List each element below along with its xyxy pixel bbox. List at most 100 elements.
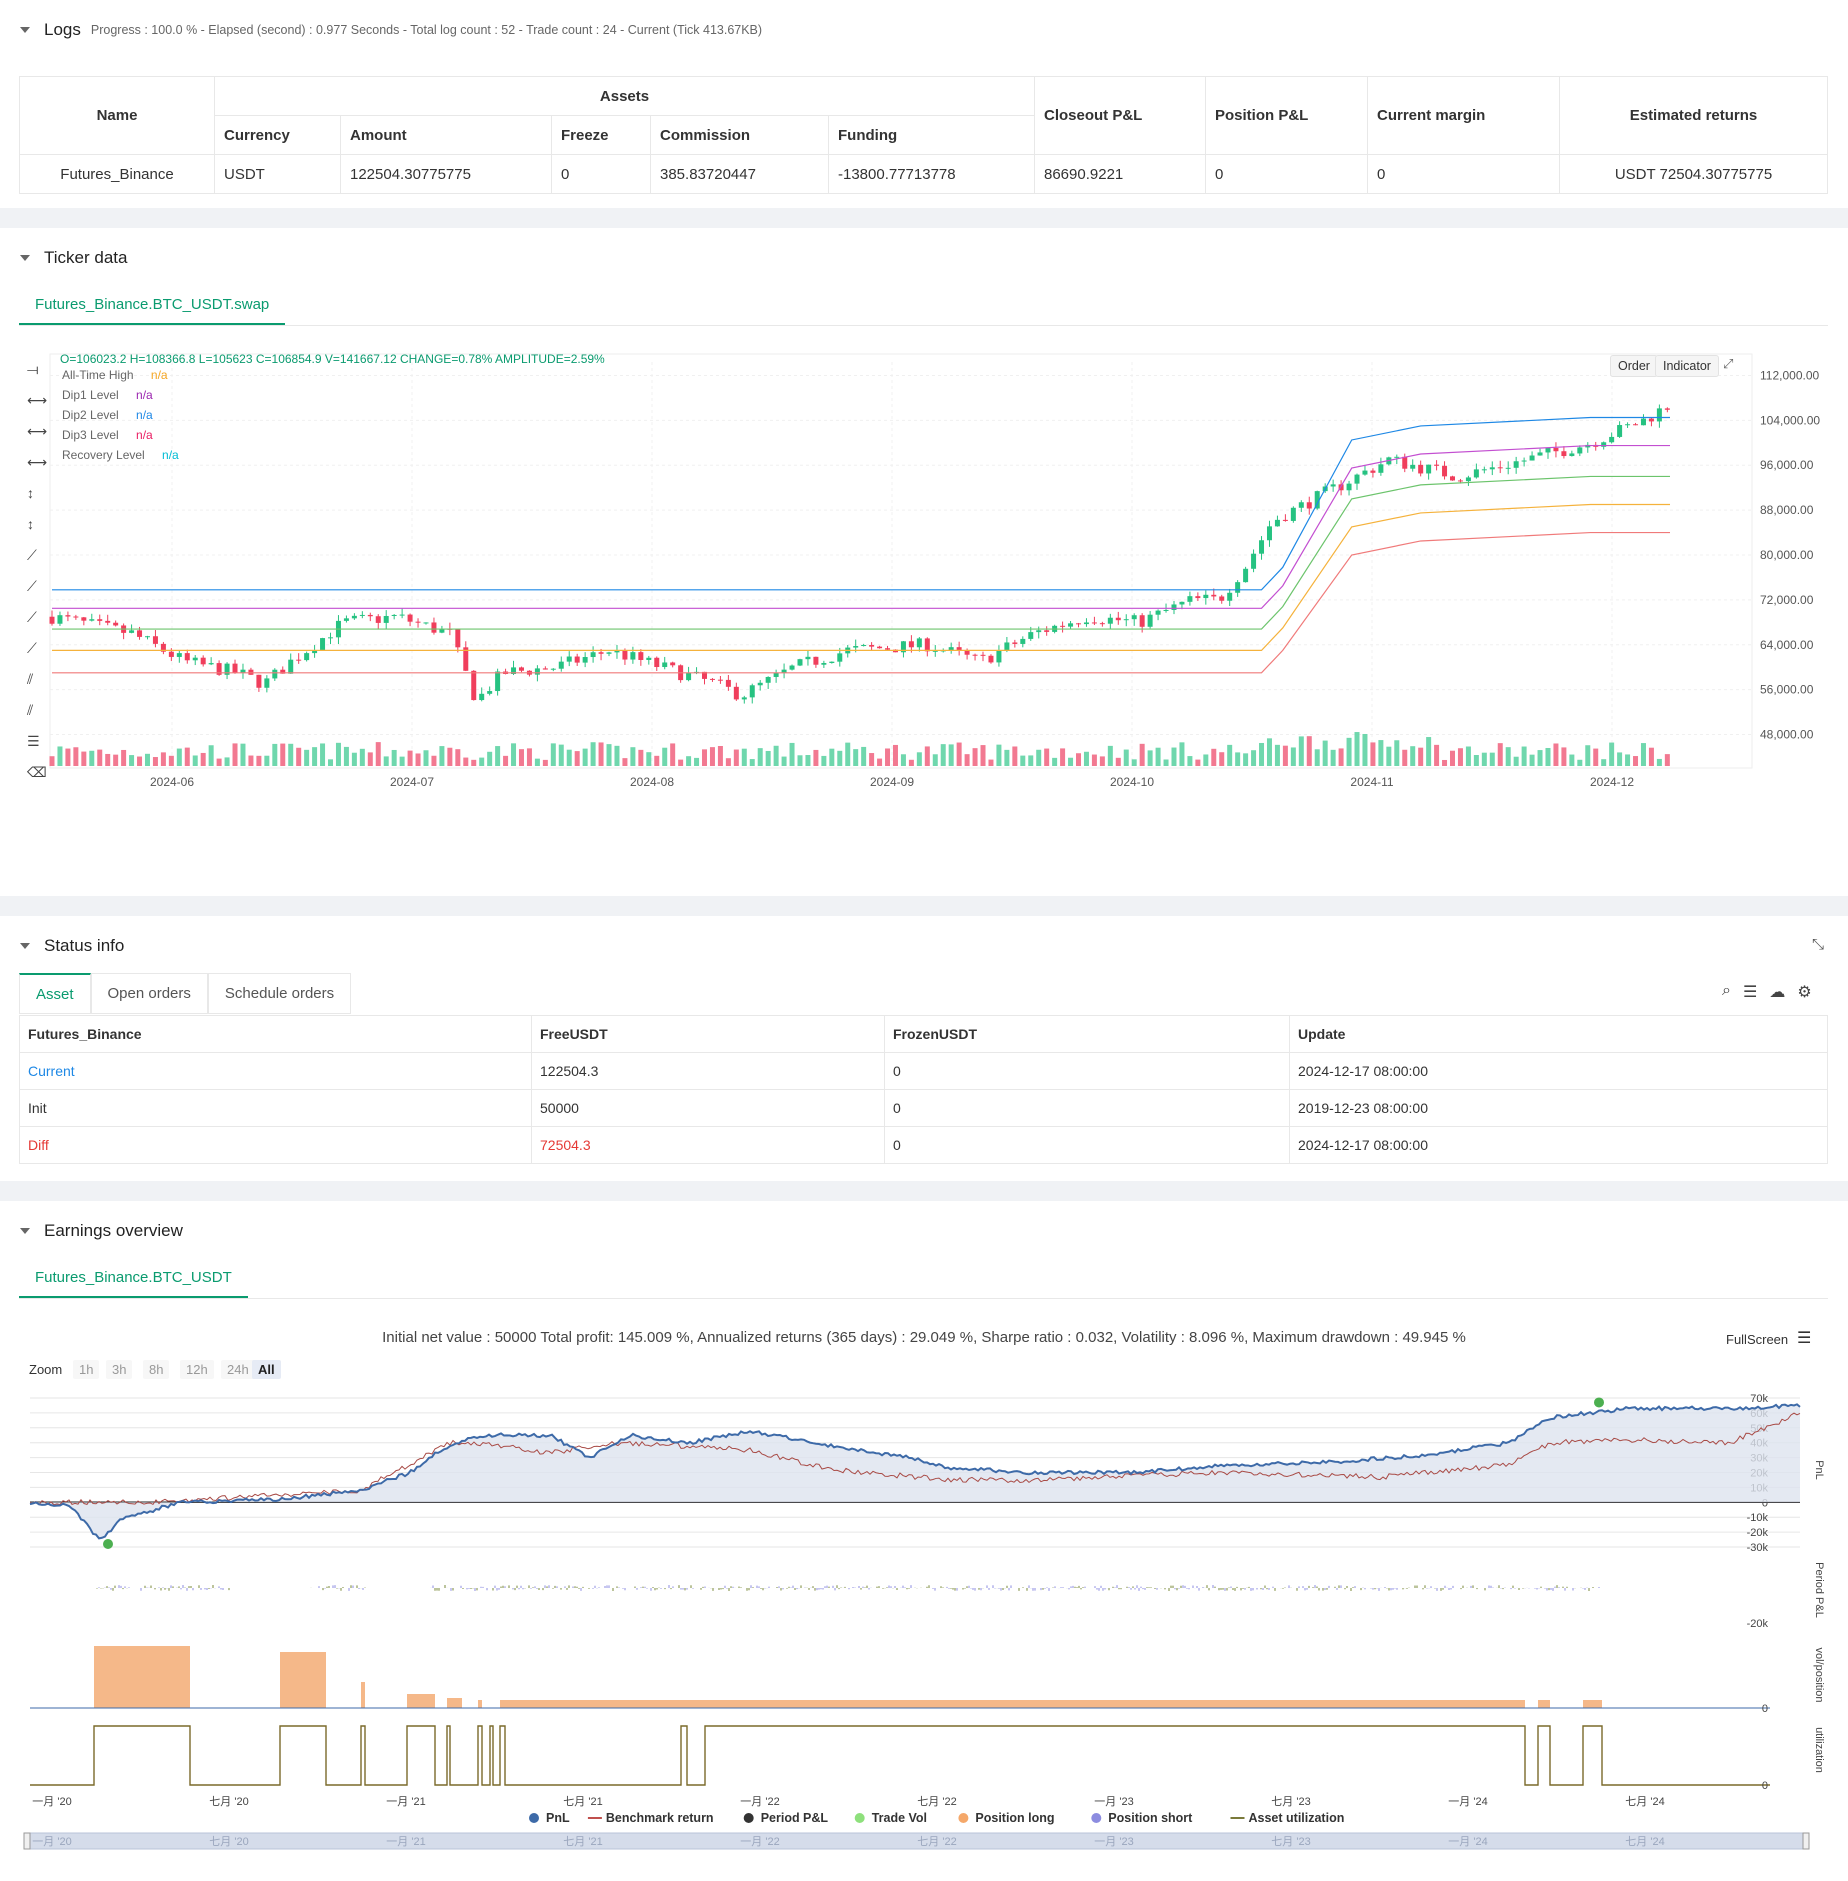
line-icon[interactable]: ⟷: [27, 423, 47, 440]
expand-icon[interactable]: ⤢: [1723, 356, 1733, 372]
tab-asset[interactable]: Asset: [19, 973, 91, 1013]
candle-body: [1394, 456, 1400, 458]
candle-body: [1179, 601, 1185, 605]
status-header[interactable]: Status info: [20, 936, 124, 956]
zoom-24h[interactable]: 24h: [221, 1360, 255, 1379]
horizontal-ray-icon[interactable]: ⟞: [27, 361, 39, 378]
y-tick-label: 88,000.00: [1760, 503, 1814, 517]
legend-item: Dip3 Level n/a: [62, 428, 153, 442]
axis-label: PnL: [1813, 1460, 1825, 1480]
extended-line-icon[interactable]: ⟋: [27, 609, 37, 626]
candle-body: [1640, 418, 1646, 426]
order-button[interactable]: Order: [1610, 355, 1658, 377]
volume-bar: [1298, 736, 1304, 766]
zoom-3h[interactable]: 3h: [106, 1360, 133, 1379]
x-tick-label: 2024-08: [630, 775, 674, 789]
navigator-handle-left: [23, 1832, 31, 1850]
candle-body: [1449, 476, 1455, 481]
horizontal-line-icon[interactable]: ⟷: [27, 392, 47, 409]
volume-bar: [1274, 744, 1280, 766]
zoom-8h[interactable]: 8h: [143, 1360, 170, 1379]
volume-bar: [717, 746, 723, 766]
tab-btc-swap[interactable]: Futures_Binance.BTC_USDT.swap: [19, 285, 286, 325]
candle-body: [781, 669, 787, 673]
collapse-caret-icon[interactable]: [20, 27, 30, 33]
collapse-caret-icon[interactable]: [20, 255, 30, 261]
list-icon[interactable]: ☰: [1743, 982, 1757, 1002]
position-long-bar: [500, 1700, 1525, 1708]
legend-label: Recovery Level: [62, 448, 145, 462]
cell: 2019-12-23 08:00:00: [1289, 1089, 1828, 1127]
tab-btc-usdt[interactable]: Futures_Binance.BTC_USDT: [19, 1258, 248, 1298]
volume-bar: [622, 758, 628, 766]
volume-bar: [805, 755, 811, 766]
legend-label: Dip1 Level: [62, 388, 119, 402]
candle-body: [1553, 448, 1559, 452]
earnings-header[interactable]: Earnings overview: [20, 1221, 183, 1241]
th-update: Update: [1289, 1015, 1828, 1053]
cell-currency: USDT: [214, 154, 341, 194]
y-tick-label: 112,000.00: [1760, 368, 1819, 382]
fib-channel-icon[interactable]: ⫽: [27, 702, 33, 719]
tab-open-orders[interactable]: Open orders: [90, 973, 208, 1013]
volume-bar: [1418, 747, 1424, 766]
trash-icon[interactable]: ⌫: [27, 764, 47, 781]
legend-label: Dip2 Level: [62, 408, 119, 422]
candle-body: [837, 653, 843, 662]
volume-bar: [1266, 738, 1272, 766]
x-tick-label: 2024-06: [150, 775, 194, 789]
volume-bar: [1036, 749, 1042, 766]
cloud-download-icon[interactable]: ☁: [1769, 982, 1785, 1002]
search-icon[interactable]: ⌕: [1722, 982, 1731, 1002]
y-tick-label: 64,000.00: [1760, 638, 1814, 652]
table-header-row: Futures_Binance FreeUSDT FrozenUSDT Upda…: [19, 1015, 1828, 1053]
zoom-12h[interactable]: 12h: [180, 1360, 214, 1379]
volume-bar: [97, 749, 103, 766]
indicator-button[interactable]: Indicator: [1655, 355, 1719, 377]
arrow-line-icon[interactable]: ⟋: [27, 578, 37, 595]
volume-bar: [614, 745, 620, 766]
legend-value: n/a: [132, 428, 153, 442]
earnings-chart[interactable]: 70k60k50k40k30k20k10k0-10k-20k-30k-20k00…: [0, 1390, 1848, 1860]
volume-bar: [200, 752, 206, 766]
volume-bar: [455, 749, 461, 766]
collapse-arrows-icon[interactable]: ⤡: [1812, 936, 1824, 953]
volume-bar: [916, 752, 922, 766]
th-commission: Commission: [650, 115, 829, 155]
candle-body: [1259, 540, 1265, 554]
price-label-icon[interactable]: ⟋: [27, 640, 37, 657]
legend-label: Trade Vol: [872, 1811, 927, 1825]
legend-swatch: [854, 1813, 865, 1823]
y-tick-label: 96,000.00: [1760, 458, 1814, 472]
parallel-channel-icon[interactable]: ⫽: [27, 671, 33, 688]
candle-body: [1211, 594, 1217, 597]
volume-bar: [1553, 743, 1559, 766]
collapse-caret-icon[interactable]: [20, 1228, 30, 1234]
menu-icon[interactable]: ☰: [1797, 1328, 1811, 1348]
candle-body: [200, 657, 206, 665]
fullscreen-button[interactable]: FullScreen: [1726, 1332, 1788, 1347]
th-frozen: FrozenUSDT: [884, 1015, 1290, 1053]
vertical-ray-icon[interactable]: ↕: [27, 485, 34, 501]
plot-frame: [49, 353, 1753, 769]
candle-body: [264, 678, 270, 688]
ruler-icon[interactable]: ☰: [27, 733, 40, 750]
zoom-All[interactable]: All: [252, 1360, 281, 1379]
collapse-caret-icon[interactable]: [20, 943, 30, 949]
cell-amount: 122504.30775775: [340, 154, 552, 194]
candle-body: [972, 654, 978, 656]
candle-body: [1251, 553, 1257, 569]
vertical-line-icon[interactable]: ↕: [27, 516, 34, 532]
trend-line-icon[interactable]: ⟋: [27, 547, 37, 564]
tab-schedule-orders[interactable]: Schedule orders: [207, 973, 352, 1013]
segment-icon[interactable]: ⟷: [27, 454, 47, 471]
volume-bar: [741, 748, 747, 766]
logs-header[interactable]: Logs Progress : 100.0 % - Elapsed (secon…: [20, 20, 762, 40]
legend-item: Asset utilization: [1230, 1811, 1344, 1825]
zoom-1h[interactable]: 1h: [73, 1360, 100, 1379]
candle-body: [1187, 596, 1193, 602]
candlestick-chart[interactable]: 112,000.00 104,000.00 96,000.00 88,000.00 80…: [0, 338, 1848, 898]
ticker-header[interactable]: Ticker data: [20, 248, 127, 268]
volume-bar: [1489, 752, 1495, 766]
gear-icon[interactable]: ⚙: [1797, 982, 1811, 1002]
